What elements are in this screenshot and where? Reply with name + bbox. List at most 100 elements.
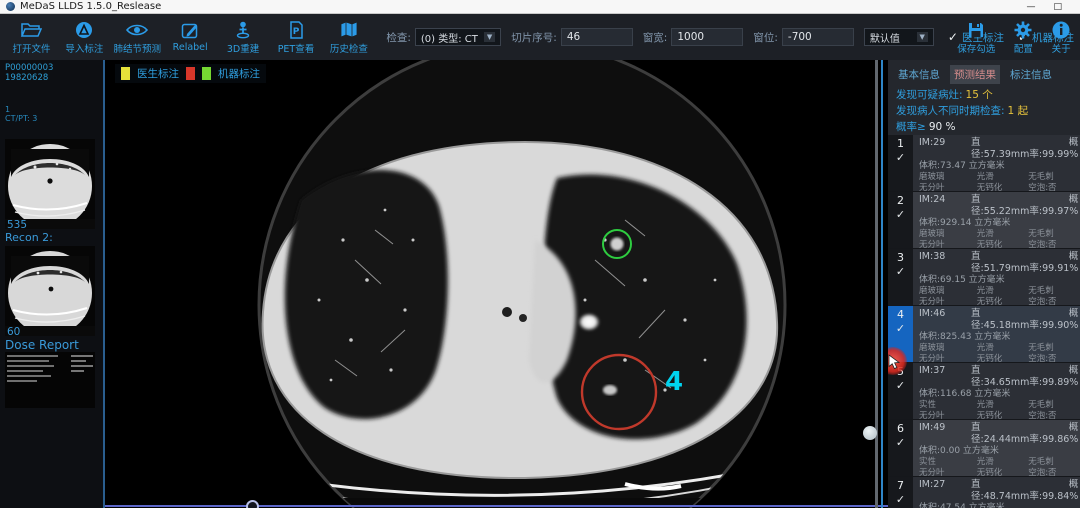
- series-count: 1: [5, 105, 98, 114]
- finding-diameter: 直径:48.74mm: [971, 479, 1029, 503]
- save-selection-button[interactable]: 保存勾选: [950, 20, 1003, 55]
- finding-attribute: 光滑: [977, 343, 1028, 354]
- finding-attributes: 磨玻璃光滑无毛刺无分叶无钙化空泡:否血管集束:否与胸膜无关位置:左肺上叶: [919, 229, 1075, 248]
- slice-number-input[interactable]: [561, 28, 633, 46]
- window-level-input[interactable]: [782, 28, 854, 46]
- exam-type-select[interactable]: (0) 类型: CT ▼: [415, 28, 501, 46]
- finding-attribute: 无毛刺: [1028, 457, 1075, 468]
- finding-details: IM:24 直径:55.22mm 概率:99.97% 体积:929.14 立方毫…: [913, 192, 1080, 248]
- open-file-label: 打开文件: [12, 41, 50, 55]
- slice-number-label: 切片序号:: [511, 30, 557, 45]
- finding-probability: 概率:99.99%: [1029, 137, 1078, 161]
- finding-attributes: 磨玻璃光滑无毛刺无分叶无钙化空泡:否血管集束:否与胸膜无关位置:右肺上叶: [919, 172, 1075, 191]
- finding-item[interactable]: 2 ✓ IM:24 直径:55.22mm 概率:99.97% 体积:929.14…: [888, 192, 1080, 249]
- finding-attributes: 实性光滑无毛刺无分叶无钙化空泡:否血管集束:否与胸膜无关位置:左肺上叶: [919, 400, 1075, 419]
- window-width-label: 窗宽:: [643, 30, 668, 45]
- finding-attribute: 无毛刺: [1028, 400, 1075, 411]
- slice-slider-handle[interactable]: [246, 500, 259, 508]
- finding-attribute: 无分叶: [919, 297, 977, 305]
- finding-item[interactable]: 4 ✓ IM:46 直径:45.18mm 概率:99.90% 体积:825.43…: [888, 306, 1080, 363]
- check-icon[interactable]: ✓: [896, 209, 905, 221]
- probability-threshold-stat[interactable]: 概率≥90 %: [888, 119, 1080, 135]
- settings-button[interactable]: 配置: [1005, 20, 1043, 55]
- nodule-predict-label: 肺结节预测: [114, 41, 162, 55]
- check-icon[interactable]: ✓: [896, 437, 905, 449]
- finding-attribute: 空泡:否: [1028, 183, 1075, 191]
- finding-attribute: 磨玻璃: [919, 343, 977, 354]
- finding-number-column[interactable]: 1 ✓: [888, 135, 913, 191]
- finding-diameter: 直径:55.22mm: [971, 194, 1029, 218]
- pet-view-label: PET查看: [278, 41, 315, 55]
- about-label: 关于: [1052, 41, 1071, 55]
- finding-attribute: 无钙化: [977, 468, 1028, 476]
- finding-im: IM:38: [919, 251, 971, 275]
- check-icon[interactable]: ✓: [896, 152, 905, 164]
- finding-im: IM:46: [919, 308, 971, 332]
- finding-details: IM:27 直径:48.74mm 概率:99.84% 体积:47.54 立方毫米: [913, 477, 1080, 508]
- history-exam-icon: [338, 20, 360, 40]
- finding-item[interactable]: 1 ✓ IM:29 直径:57.39mm 概率:99.99% 体积:73.47 …: [888, 135, 1080, 192]
- finding-im: IM:27: [919, 479, 971, 503]
- finding-number-column[interactable]: 7 ✓: [888, 477, 913, 508]
- rebuild-3d-button[interactable]: 3D重建: [218, 20, 269, 55]
- series-thumbnail-1[interactable]: 535: [5, 139, 95, 229]
- finding-diameter: 直径:24.44mm: [971, 422, 1029, 446]
- vertical-slider-track[interactable]: [881, 60, 883, 508]
- tab-annotation-info[interactable]: 标注信息: [1006, 65, 1056, 84]
- exam-type-value: (0) 类型: CT: [421, 30, 478, 45]
- finding-item[interactable]: 6 ✓ IM:49 直径:24.44mm 概率:99.86% 体积:0.00 立…: [888, 420, 1080, 477]
- tab-prediction-result[interactable]: 预测结果: [950, 65, 1000, 84]
- pet-view-button[interactable]: P PET查看: [271, 20, 322, 55]
- finding-attribute: 磨玻璃: [919, 286, 977, 297]
- finding-probability: 概率:99.86%: [1029, 422, 1078, 446]
- finding-diameter: 直径:57.39mm: [971, 137, 1029, 161]
- import-annotation-button[interactable]: 导入标注: [59, 20, 110, 55]
- nodule-predict-button[interactable]: 肺结节预测: [112, 20, 163, 55]
- thumbnail-2-number: 60: [7, 326, 20, 338]
- finding-number: 6: [897, 423, 904, 435]
- window-level-label: 窗位:: [753, 30, 778, 45]
- exam-label: 检查:: [386, 30, 411, 45]
- history-exam-button[interactable]: 历史检查: [323, 20, 374, 55]
- relabel-button[interactable]: Relabel: [165, 21, 216, 53]
- finding-im: IM:24: [919, 194, 971, 218]
- dose-report-thumbnail[interactable]: [5, 352, 95, 408]
- maximize-button[interactable]: □: [1053, 2, 1062, 12]
- finding-item[interactable]: 5 ✓ IM:37 直径:34.65mm 概率:99.89% 体积:116.68…: [888, 363, 1080, 420]
- title-bar: MeDaS LLDS 1.5.0_Reslease — □: [0, 0, 1080, 14]
- preset-select[interactable]: 默认值 ▼: [864, 28, 934, 46]
- tab-basic-info[interactable]: 基本信息: [894, 65, 944, 84]
- minimize-button[interactable]: —: [1026, 2, 1035, 12]
- vertical-slider-handle[interactable]: [863, 426, 877, 440]
- check-icon[interactable]: ✓: [896, 323, 905, 335]
- vertical-scrollbar-track[interactable]: [875, 60, 878, 508]
- chevron-down-icon: ▼: [917, 32, 928, 42]
- series-thumbnail-2[interactable]: 60: [5, 246, 95, 336]
- ct-viewer[interactable]: 4 医生标注 机器标注: [105, 60, 888, 508]
- finding-details: IM:38 直径:51.79mm 概率:99.91% 体积:69.15 立方毫米…: [913, 249, 1080, 305]
- finding-attribute: 实性: [919, 400, 977, 411]
- finding-probability: 概率:99.90%: [1029, 308, 1078, 332]
- check-icon[interactable]: ✓: [896, 380, 905, 392]
- finding-details: IM:29 直径:57.39mm 概率:99.99% 体积:73.47 立方毫米…: [913, 135, 1080, 191]
- 3d-rebuild-icon: [233, 20, 253, 40]
- about-button[interactable]: 关于: [1044, 20, 1078, 55]
- window-width-input[interactable]: [671, 28, 743, 46]
- check-icon[interactable]: ✓: [896, 494, 905, 506]
- finding-volume: 体积:929.14 立方毫米: [919, 218, 1075, 229]
- suspicious-lesion-value: 15 个: [966, 89, 993, 101]
- finding-number-column[interactable]: 3 ✓: [888, 249, 913, 305]
- finding-number-column[interactable]: 6 ✓: [888, 420, 913, 476]
- finding-im: IM:29: [919, 137, 971, 161]
- finding-details: IM:49 直径:24.44mm 概率:99.86% 体积:0.00 立方毫米 …: [913, 420, 1080, 476]
- relabel-label: Relabel: [173, 42, 208, 53]
- slice-slider-horizontal[interactable]: [105, 505, 888, 507]
- finding-item[interactable]: 7 ✓ IM:27 直径:48.74mm 概率:99.84% 体积:47.54 …: [888, 477, 1080, 508]
- finding-list[interactable]: 1 ✓ IM:29 直径:57.39mm 概率:99.99% 体积:73.47 …: [888, 135, 1080, 508]
- finding-number: 2: [897, 195, 904, 207]
- other-exam-value: 1 起: [1008, 105, 1029, 117]
- check-icon[interactable]: ✓: [896, 266, 905, 278]
- finding-item[interactable]: 3 ✓ IM:38 直径:51.79mm 概率:99.91% 体积:69.15 …: [888, 249, 1080, 306]
- open-file-button[interactable]: 打开文件: [6, 20, 57, 55]
- finding-number-column[interactable]: 2 ✓: [888, 192, 913, 248]
